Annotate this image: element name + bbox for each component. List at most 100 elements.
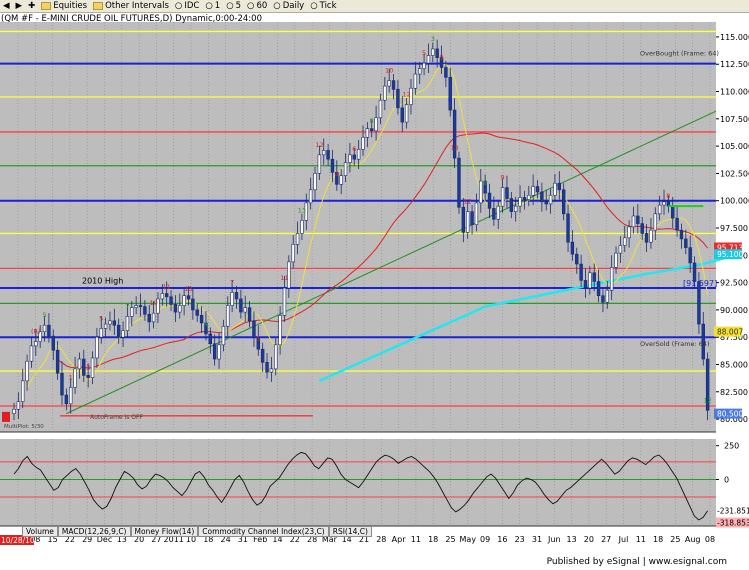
candle-body [134,305,138,309]
candle-body [42,324,47,333]
candle-body [330,158,335,173]
candle-body [239,298,243,313]
candle-body [418,68,422,75]
tab-volume[interactable]: Volume [22,526,58,537]
candle-body [348,154,352,163]
candle-body [431,48,435,56]
candle-body [361,137,365,150]
candle-body [313,173,317,191]
oscillator-panel [0,439,716,526]
candle-body [623,237,627,246]
chart-title: (QM #F - E-MINI CRUDE OIL FUTURES,D) Dyn… [1,14,262,24]
candle-body [575,253,579,265]
candle-body [474,202,479,226]
candle-body [561,189,566,215]
candle-body [173,304,178,313]
candle-body [322,150,326,156]
candle-body [527,194,531,200]
sequence-label: 7 [125,302,129,310]
candle [457,151,461,214]
candle-body [370,128,374,132]
x-tick-label: 13 [567,535,577,544]
candle-body [601,295,605,303]
candle-body [404,104,409,123]
candle-body [631,215,636,228]
candle-body [147,313,151,323]
candle [705,352,710,421]
candle-body [226,305,230,327]
candle-body [531,186,535,196]
candle-body [125,316,130,331]
x-tick-label: 11 [411,535,421,544]
candle-body [644,233,649,243]
sequence-label: 9 [439,53,443,61]
sequence-label: 8 [483,179,487,187]
osc-flag-label: -231.851 [717,507,749,516]
x-tick-label: 28 [376,535,386,544]
x-tick-label: 31 [532,535,542,544]
candle-body [636,215,640,224]
price-flag-label: 88.007 [717,328,743,337]
candle-body [103,323,108,329]
candle-body [356,149,361,160]
candle-body [29,345,34,362]
candle-body [178,305,182,313]
candle-body [548,194,553,205]
sequence-label: 13 [298,206,306,214]
autoframe-label: AutoFrame is OFF [90,414,143,421]
candle-body [138,305,143,307]
candle-body [25,360,29,382]
candle-body [391,80,396,90]
tab-cci[interactable]: Commodity Channel Index(23,C) [198,526,329,537]
candle-body [640,223,644,234]
candle-body [500,187,505,207]
x-tick-label: 20 [584,535,594,544]
candle-body [86,375,90,378]
price-tick-label: 97.500 [720,224,748,233]
candle-body [60,372,64,396]
x-tick-label: 16 [497,535,507,544]
sequence-label: 13 [184,285,192,293]
tab-money-flow[interactable]: Money Flow(14) [130,526,199,537]
candle-body [95,336,99,359]
candle-body [130,307,134,317]
x-tick-label: Aug [685,535,701,544]
tab-macd[interactable]: MACD(12,26,9,C) [57,526,131,537]
sequence-label: 12 [315,141,323,149]
date-badge-label: 10/28/10 [1,536,35,545]
x-tick-label: 25 [445,535,455,544]
candle-body [243,307,247,313]
x-tick-label: Jul [618,535,629,544]
multiplot-label: MultiPlot: 5/30 [4,424,44,430]
sequence-label: H [448,96,453,104]
price-tick-label: 100.000 [720,197,749,206]
candle-body [614,252,618,268]
candle-body [164,293,169,298]
price-tick-label: 90.000 [720,306,748,315]
candle-body [378,99,383,119]
x-tick-label: 11 [636,535,646,544]
candle-body [557,182,562,191]
sequence-label: 5 [99,314,103,322]
candle-body [73,368,77,388]
sequence-label: 13 [450,144,458,152]
candle-body [365,128,370,138]
candle-body [182,295,186,306]
candle-body [90,357,95,378]
candle-body [199,315,204,324]
candle-body [51,335,55,351]
candle-body [47,324,51,337]
sequence-label: 1 [69,373,73,381]
sequence-label: 3 [86,364,90,372]
sequence-label: 5 [256,335,260,343]
candle-body [675,217,679,231]
candle-body [492,208,496,220]
tab-rsi[interactable]: RSI(14,C) [328,526,372,537]
candle-body [570,241,575,255]
candle-body [540,191,544,203]
price-chart[interactable]: Nov08152229Dec132027201110182431Feb14222… [0,0,749,570]
price-tick-label: 110.000 [720,88,749,97]
candle-body [55,349,60,374]
candle-body [671,205,675,219]
candle-body [592,272,596,282]
